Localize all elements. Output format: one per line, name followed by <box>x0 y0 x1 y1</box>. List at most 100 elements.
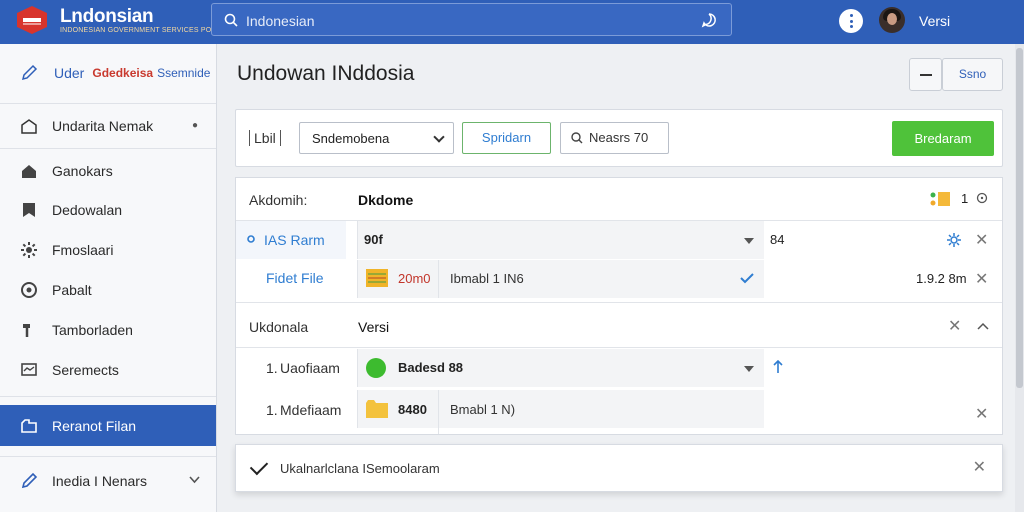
sidebar-item-tamborladen[interactable]: Tamborladen <box>0 310 216 350</box>
toolbar-search-label: Neasrs 70 <box>589 130 649 145</box>
gear-icon <box>21 242 37 258</box>
row-select-value: 90f <box>364 232 383 247</box>
search-icon <box>571 132 583 144</box>
chat-icon[interactable] <box>701 12 717 28</box>
sidebar-header-sub: Ssemnide <box>157 66 211 80</box>
check-icon <box>740 273 754 284</box>
section-label: Akdomih: <box>249 192 308 208</box>
badge-count: 1 <box>961 191 969 206</box>
more-options-button[interactable] <box>839 9 863 33</box>
folder-icon <box>366 400 388 418</box>
inbox-icon <box>21 119 37 134</box>
status-dot-icon <box>366 358 386 378</box>
row-desc: Bmabl 1 N) <box>450 402 516 417</box>
search-input[interactable]: Indonesian <box>246 13 315 29</box>
sidebar-item-reranot-filan[interactable]: Reranot Filan <box>0 405 216 446</box>
sidebar-item-label: Undarita Nemak <box>52 118 154 134</box>
row-label: IAS Rarm <box>264 232 325 248</box>
close-icon[interactable]: ✕ <box>975 404 988 424</box>
arrow-up-icon[interactable] <box>773 360 783 374</box>
location-icon <box>21 282 37 298</box>
sidebar-item-undarita[interactable]: Undarita Nemak ● <box>0 106 216 146</box>
close-icon[interactable]: ✕ <box>948 316 961 336</box>
notification-text: Ukalnarlclana ISemoolaram <box>280 461 440 476</box>
section-header: Akdomih: Dkdome 1 <box>236 178 1002 220</box>
content-panel: Akdomih: Dkdome 1 IAS Rarm 90f 84 ✕ Fide… <box>235 177 1003 435</box>
sidebar-item-label: Seremects <box>52 362 119 378</box>
row-label: Mdefiaam <box>280 402 342 418</box>
sidebar-header[interactable]: Uder Gdedkeisa Ssemnide <box>20 64 210 82</box>
table-row[interactable]: 1. Uaofiaam Badesd 88 <box>236 348 1002 388</box>
notification-bar: Ukalnarlclana ISemoolaram ✕ <box>235 444 1003 492</box>
collapse-button[interactable] <box>909 58 942 91</box>
caret-down-icon <box>744 366 754 372</box>
row-label: Fidet File <box>266 270 324 286</box>
badge-icon <box>930 192 950 206</box>
row-select[interactable]: Badesd 88 <box>357 349 764 387</box>
sidebar-item-seremects[interactable]: Seremects <box>0 350 216 390</box>
primary-button[interactable]: Bredaram <box>892 121 994 156</box>
home-icon <box>22 165 36 178</box>
check-icon <box>249 456 269 476</box>
sidebar: Uder Gdedkeisa Ssemnide Undarita Nemak ●… <box>0 44 217 512</box>
toolbar-label: Lbil <box>249 130 281 146</box>
pencil-icon <box>21 472 38 489</box>
sidebar-item-dedowalan[interactable]: Dedowalan <box>0 190 216 230</box>
sidebar-item-ganokars[interactable]: Ganokars <box>0 151 216 191</box>
close-icon[interactable]: ✕ <box>975 269 988 289</box>
row-size: 1.9.2 8m <box>916 271 967 286</box>
bookmark-icon <box>23 203 35 217</box>
row-select[interactable]: 90f <box>357 221 764 259</box>
section-value: Dkdome <box>358 192 414 208</box>
app-subtitle: INDONESIAN GOVERNMENT SERVICES PORTAL <box>60 27 230 34</box>
toolbar-search-button[interactable]: Neasrs 70 <box>560 122 669 154</box>
toolbar-select[interactable]: Sndemobena <box>299 122 454 154</box>
sidebar-item-label: Dedowalan <box>52 202 123 218</box>
section-header: Ukdonala Versi ✕ <box>236 303 1002 347</box>
screen-icon <box>21 363 37 376</box>
table-row[interactable]: IAS Rarm 90f 84 ✕ <box>236 221 1002 259</box>
row-value: 20m0 <box>398 271 431 286</box>
folder-icon <box>21 418 37 433</box>
search-icon <box>224 13 238 27</box>
sidebar-header-brand: Gdedkeisa <box>92 66 154 80</box>
sidebar-header-label: Uder <box>54 65 85 81</box>
toolbar-link-button[interactable]: Spridarn <box>462 122 551 154</box>
chevron-up-icon[interactable] <box>977 322 989 330</box>
top-action-button[interactable]: Ssno <box>942 58 1003 91</box>
file-icon <box>366 269 388 287</box>
search-bar[interactable]: Indonesian <box>211 3 732 36</box>
row-number: 1. <box>266 360 278 376</box>
toolbar-select-value: Sndemobena <box>312 131 390 146</box>
sidebar-item-label: Ganokars <box>52 163 113 179</box>
gear-icon <box>247 235 255 243</box>
row-label: Uaofiaam <box>280 360 340 376</box>
sidebar-item-label: Fmoslaari <box>52 242 114 258</box>
close-icon[interactable]: ✕ <box>975 230 988 250</box>
top-bar: Lndonsian INDONESIAN GOVERNMENT SERVICES… <box>0 0 1024 44</box>
page-title: Undowan INddosia <box>237 62 415 85</box>
table-row[interactable]: 1. Mdefiaam 8480 Bmabl 1 N) ✕ <box>236 388 1002 434</box>
chevron-down-icon[interactable] <box>189 476 200 484</box>
sidebar-item-label: Reranot Filan <box>52 417 137 434</box>
table-row[interactable]: Fidet File 20m0 Ibmabl 1 IN6 1.9.2 8m ✕ <box>236 259 1002 299</box>
user-name[interactable]: Versi <box>919 13 950 29</box>
refresh-icon[interactable] <box>976 192 988 204</box>
logo-icon <box>17 6 47 34</box>
scrollbar[interactable] <box>1015 44 1024 512</box>
settings-icon[interactable] <box>946 232 962 248</box>
sidebar-item-label: Tamborladen <box>52 322 133 338</box>
sidebar-item-fmoslaari[interactable]: Fmoslaari <box>0 230 216 270</box>
row-value: 8480 <box>398 402 427 417</box>
pencil-icon <box>21 64 38 81</box>
avatar[interactable] <box>879 7 905 33</box>
row-number: 1. <box>266 402 278 418</box>
close-icon[interactable]: ✕ <box>973 457 986 477</box>
sidebar-item-inedia[interactable]: Inedia I Nenars <box>0 461 216 501</box>
caret-down-icon <box>744 238 754 244</box>
sidebar-item-pabalt[interactable]: Pabalt <box>0 270 216 310</box>
chevron-icon: ● <box>191 120 198 131</box>
row-desc: Ibmabl 1 IN6 <box>450 271 524 286</box>
sidebar-item-label: Pabalt <box>52 282 92 298</box>
row-value: Badesd 88 <box>398 360 464 375</box>
